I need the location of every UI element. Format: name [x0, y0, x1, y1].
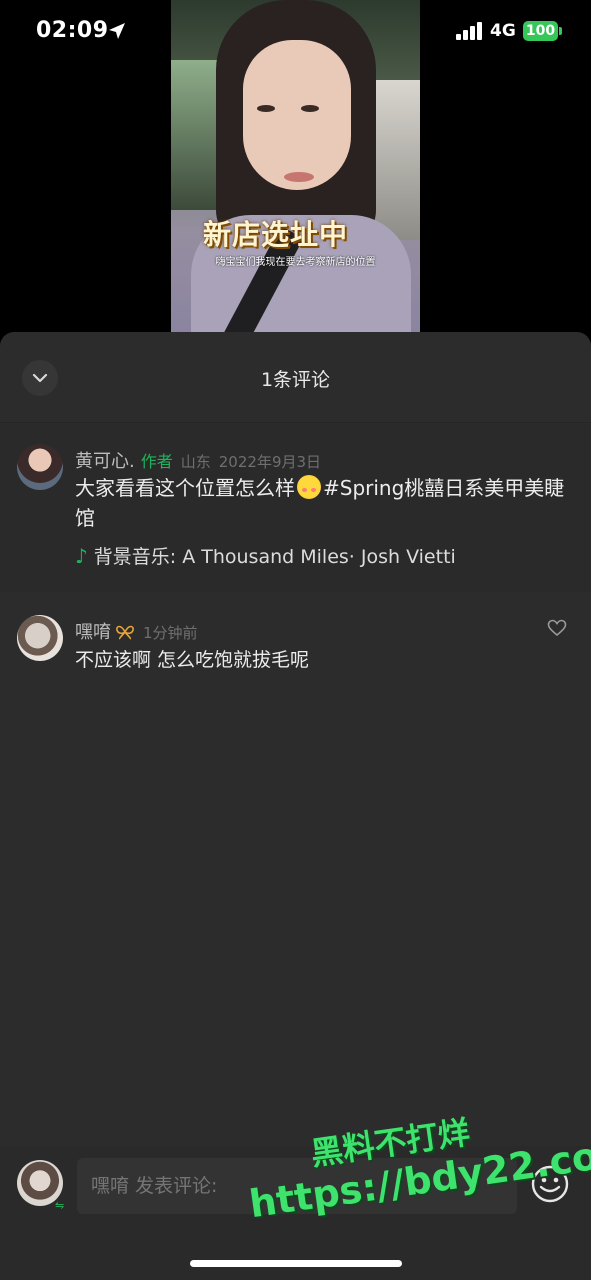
- post-text-part: 大家看看这个位置怎么样: [75, 476, 295, 500]
- battery-tip: [559, 27, 562, 35]
- commenter-name[interactable]: 嘿唷: [75, 622, 111, 643]
- battery-indicator: 100: [523, 21, 558, 41]
- video-overlay-title: 新店选址中: [203, 218, 349, 251]
- comment-text: 不应该啊 怎么吃饱就拔毛呢: [75, 649, 310, 671]
- home-indicator[interactable]: [190, 1260, 402, 1267]
- heart-icon[interactable]: [547, 619, 567, 637]
- butterfly-badge-icon: [116, 625, 134, 640]
- author-date: 2022年9月3日: [218, 453, 322, 471]
- location-arrow-icon: [109, 23, 125, 39]
- clock: 02:09: [36, 18, 109, 43]
- author-avatar[interactable]: [17, 444, 63, 490]
- background-music[interactable]: ♪ 背景音乐: A Thousand Miles· Josh Vietti: [75, 542, 456, 569]
- video-person-lips: [284, 172, 314, 182]
- author-name-line: 黄可心. 作者 山东 2022年9月3日: [75, 447, 321, 473]
- author-name[interactable]: 黄可心.: [75, 451, 135, 472]
- network-type: 4G: [490, 21, 516, 41]
- smiling-face-hearts-emoji-icon: [297, 475, 321, 499]
- switch-account-icon[interactable]: ⇋: [55, 1199, 64, 1212]
- video-person-face: [243, 40, 351, 190]
- video-player[interactable]: 新店选址中 嗨宝宝们我现在要去考察新店的位置: [171, 0, 420, 332]
- author-location: 山东: [180, 453, 211, 471]
- video-bg-window-right: [370, 80, 420, 240]
- comment-name-line: 嘿唷 1分钟前: [75, 618, 198, 644]
- music-label: 背景音乐: A Thousand Miles· Josh Vietti: [93, 546, 456, 568]
- commenter-avatar[interactable]: [17, 615, 63, 661]
- comments-content: 黄可心. 作者 山东 2022年9月3日 大家看看这个位置怎么样 #Spring桃囍日系…: [0, 332, 591, 1280]
- video-subtitle: 嗨宝宝们我现在要去考察新店的位置: [215, 257, 376, 268]
- author-post-text: 大家看看这个位置怎么样 #Spring桃囍日系美甲美睫馆: [75, 473, 570, 533]
- video-person-eye: [257, 105, 275, 112]
- comment-time: 1分钟前: [143, 624, 198, 642]
- video-person-eye: [301, 105, 319, 112]
- author-tag: 作者: [140, 452, 173, 471]
- cellular-signal-icon: [456, 22, 484, 40]
- music-note-icon: ♪: [75, 544, 88, 568]
